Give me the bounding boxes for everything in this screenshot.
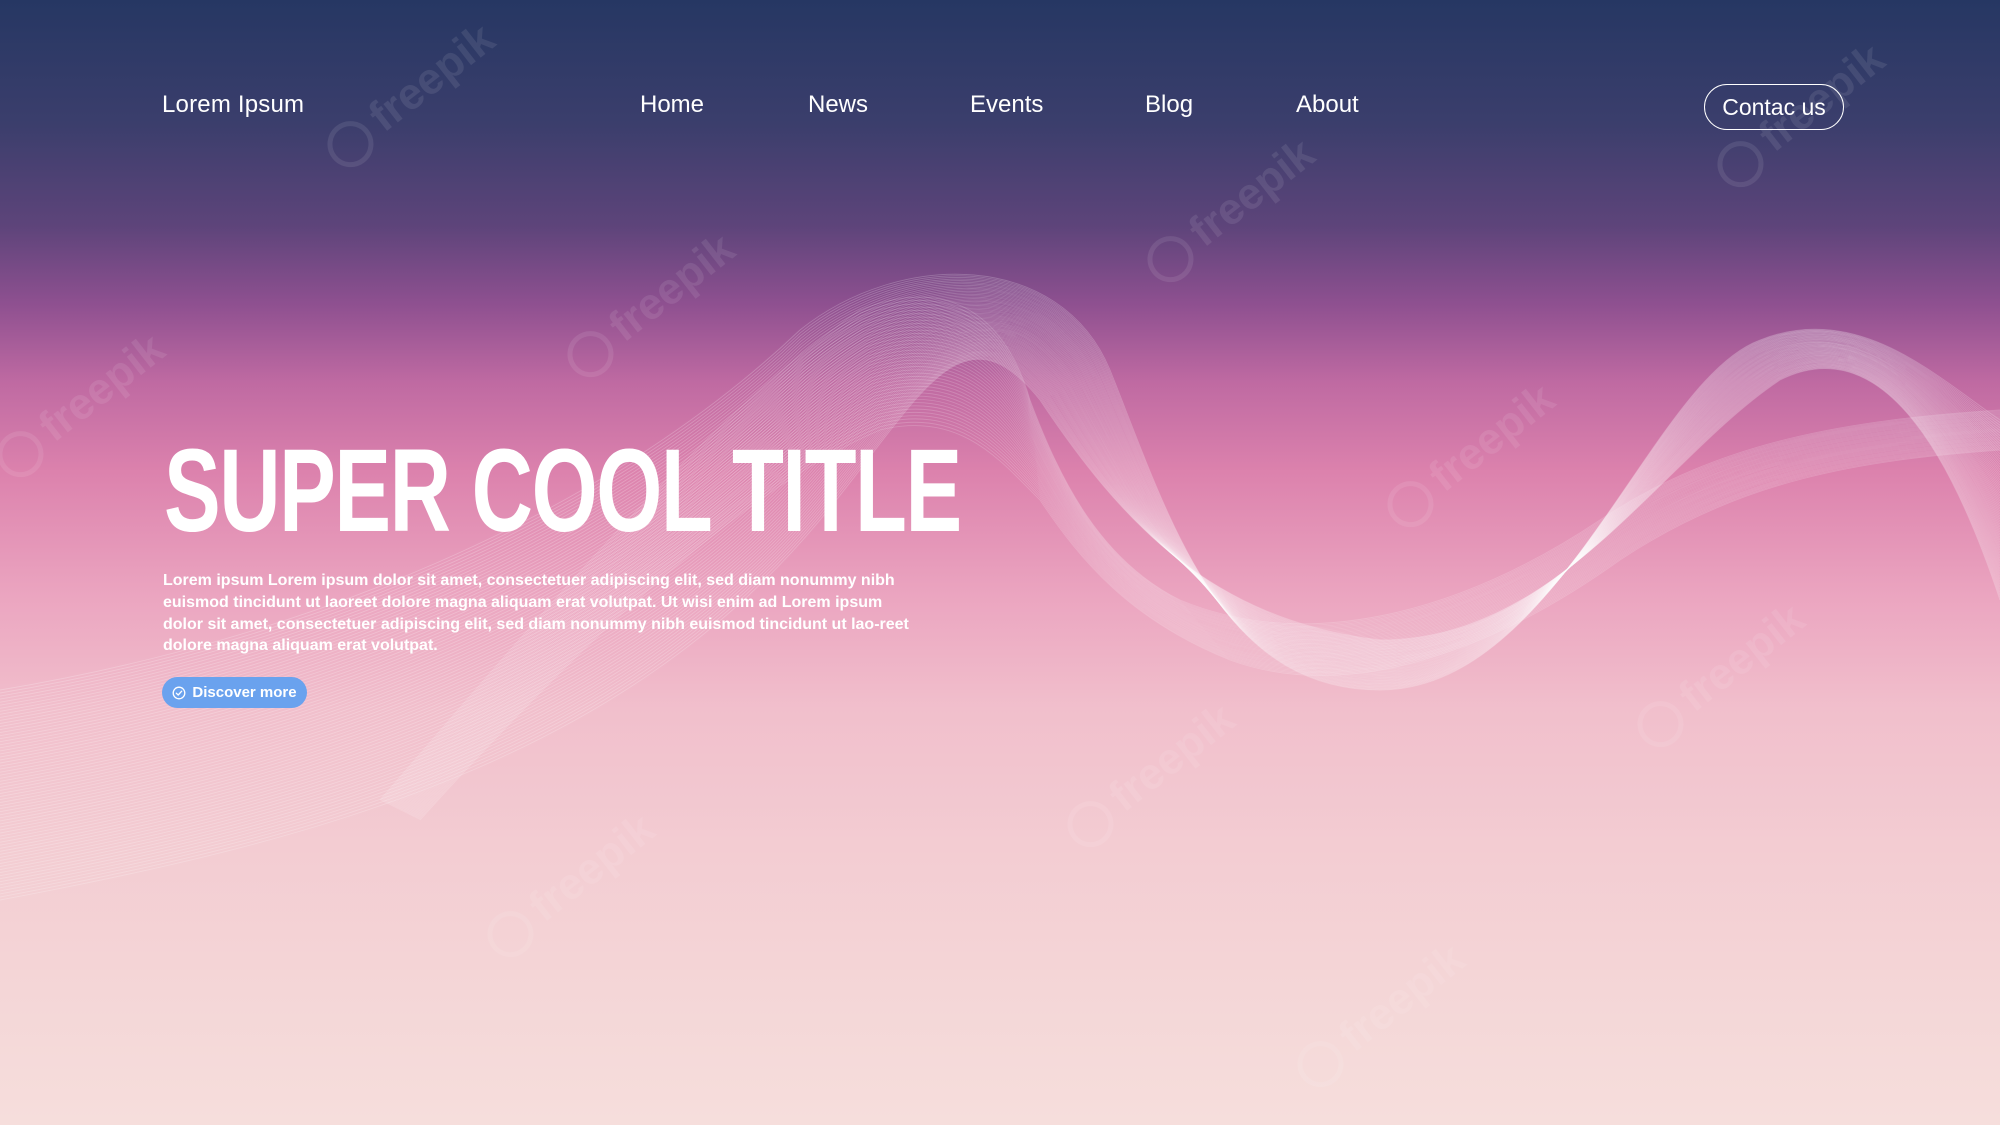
watermark-logo-icon xyxy=(1058,792,1123,857)
nav-item-about[interactable]: About xyxy=(1296,91,1359,119)
wave-line xyxy=(387,323,2000,805)
wave-line xyxy=(385,316,2000,804)
wave-line xyxy=(386,319,2000,804)
wave-line xyxy=(0,327,2000,810)
wave-line xyxy=(389,329,2000,806)
watermark-logo-icon xyxy=(1628,692,1693,757)
wave-line xyxy=(384,313,2000,803)
watermark-logo-icon xyxy=(558,322,623,387)
nav-item-blog[interactable]: Blog xyxy=(1145,91,1193,119)
wave-line xyxy=(0,321,2000,794)
watermark: freepik xyxy=(1056,694,1245,857)
watermark-logo-icon xyxy=(1138,227,1203,292)
watermark-logo-icon xyxy=(478,902,543,967)
hero-description: Lorem ipsum Lorem ipsum dolor sit amet, … xyxy=(163,572,909,655)
watermark: freepik xyxy=(1626,594,1815,757)
watermark: freepik xyxy=(0,324,175,487)
watermark-logo-icon xyxy=(1288,1032,1353,1097)
hero-title: SUPER COOL TITLE xyxy=(164,425,962,557)
watermark: freepik xyxy=(556,224,745,387)
main-nav: Home News Events Blog About xyxy=(0,91,2000,123)
wave-line xyxy=(0,326,2000,807)
watermark: freepik xyxy=(1286,934,1475,1097)
wave-line xyxy=(0,325,2000,804)
watermark-logo-icon xyxy=(0,422,53,487)
contact-us-button[interactable]: Contac us xyxy=(1704,84,1844,130)
nav-item-events[interactable]: Events xyxy=(970,91,1043,119)
site-header: Lorem Ipsum Home News Events Blog About … xyxy=(0,0,2000,215)
watermark: freepik xyxy=(1376,374,1565,537)
wave-line xyxy=(388,326,2000,805)
nav-item-home[interactable]: Home xyxy=(640,91,704,119)
watermark-logo-icon xyxy=(1378,472,1443,537)
wave-line xyxy=(0,322,2000,797)
discover-more-button[interactable]: Discover more xyxy=(162,677,307,708)
discover-more-label: Discover more xyxy=(192,684,297,701)
check-circle-icon xyxy=(172,686,186,700)
nav-item-news[interactable]: News xyxy=(808,91,868,119)
watermark: freepik xyxy=(476,804,665,967)
wave-line xyxy=(0,324,2000,801)
